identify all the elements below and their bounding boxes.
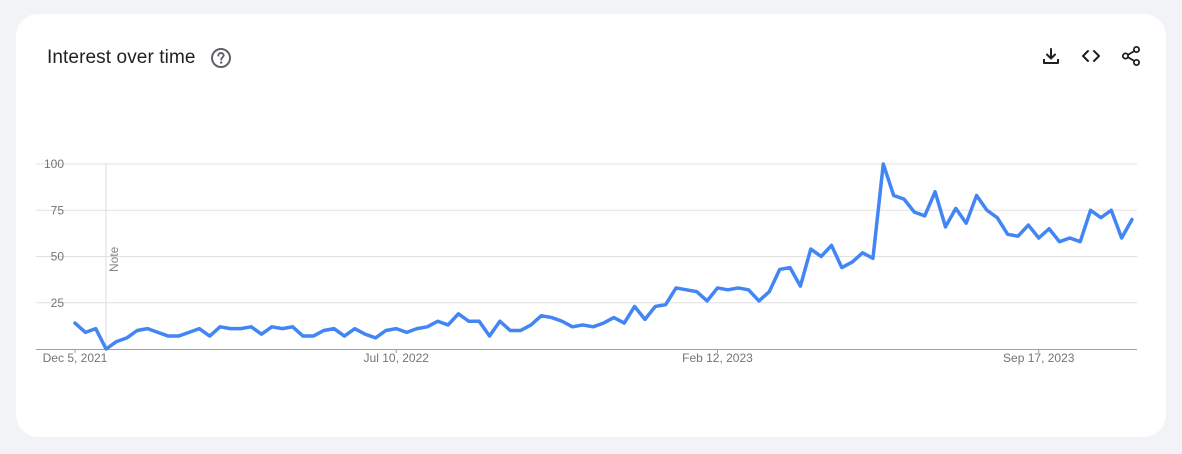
y-tick-label: 50 bbox=[51, 250, 65, 264]
y-tick-label: 75 bbox=[51, 203, 65, 217]
y-tick-label: 100 bbox=[44, 157, 64, 171]
x-tick-label: Feb 12, 2023 bbox=[682, 351, 753, 365]
x-tick-label: Dec 5, 2021 bbox=[43, 351, 108, 365]
y-tick-label: 25 bbox=[51, 296, 65, 310]
interest-line-chart: 25 50 75 100 Note Dec 5, 2021 Jul 10, 2022 Feb … bbox=[36, 157, 1137, 365]
x-tick-label: Sep 17, 2023 bbox=[1003, 351, 1075, 365]
x-tick-label: Jul 10, 2022 bbox=[364, 351, 430, 365]
note-label: Note bbox=[107, 246, 121, 272]
